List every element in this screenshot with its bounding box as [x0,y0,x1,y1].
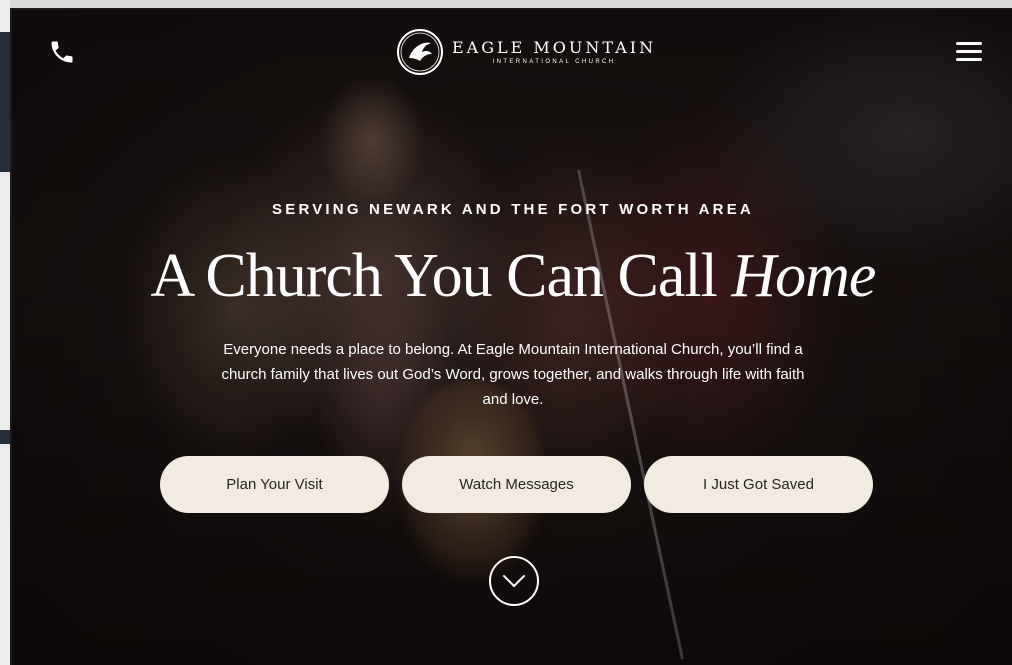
logo-subtitle: INTERNATIONAL CHURCH [492,58,616,65]
background-window-bar [0,430,10,444]
eagle-logo-icon [397,29,443,75]
watch-messages-button[interactable]: Watch Messages [402,456,631,513]
logo-name: EAGLE MOUNTAIN [452,37,657,57]
hamburger-menu-icon[interactable] [956,40,982,62]
logo-wordmark: EAGLE MOUNTAIN INTERNATIONAL CHURCH [452,37,657,66]
scroll-down-button[interactable] [489,556,539,606]
background-window-edge [0,0,10,665]
hero-headline: A Church You Can Call Home [12,236,1012,316]
hero-button-group: Plan Your Visit Watch Messages I Just Go… [160,456,873,513]
i-just-got-saved-button[interactable]: I Just Got Saved [644,456,873,513]
hero-eyebrow: SERVING NEWARK AND THE FORT WORTH AREA [272,201,754,218]
browser-viewport: EAGLE MOUNTAIN INTERNATIONAL CHURCH SERV… [10,8,1012,665]
background-window-panel [0,32,10,172]
hero-headline-main: A Church You Can Call [150,242,732,310]
phone-icon[interactable] [48,38,76,66]
hero-headline-emphasis: Home [731,242,876,310]
hero-intro-text: Everyone needs a place to belong. At Eag… [221,341,805,408]
plan-your-visit-button[interactable]: Plan Your Visit [160,456,389,513]
site-logo[interactable]: EAGLE MOUNTAIN INTERNATIONAL CHURCH [396,28,656,76]
chevron-down-icon [503,575,525,587]
